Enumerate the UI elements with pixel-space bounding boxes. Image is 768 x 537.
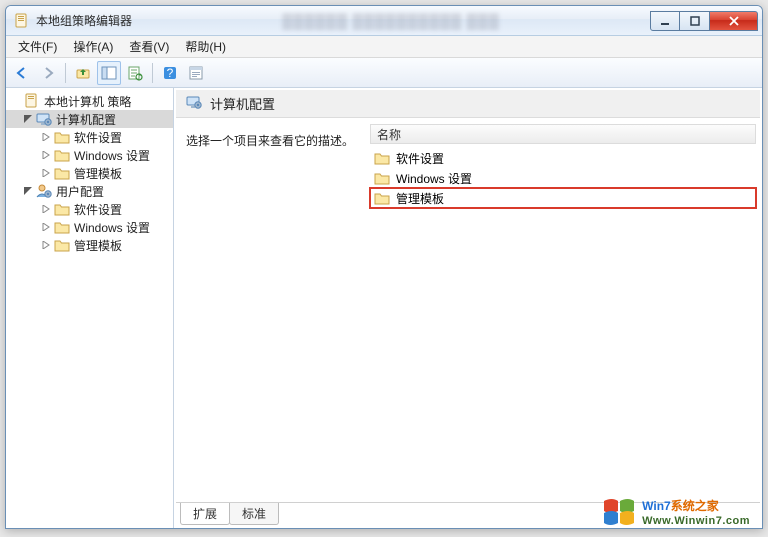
content-header: 计算机配置 — [176, 90, 760, 118]
tree-user-config[interactable]: 用户配置 — [6, 182, 173, 200]
tree-item-admin-templates[interactable]: 管理模板 — [6, 164, 173, 182]
folder-icon — [374, 171, 390, 185]
back-button[interactable] — [10, 61, 34, 85]
content-pane: 计算机配置 选择一个项目来查看它的描述。 名称 软件设置 — [174, 88, 762, 528]
inactive-title-blur: ██████ ██████████ ███ — [132, 13, 650, 29]
expander-expand-icon[interactable] — [40, 203, 52, 215]
menu-file[interactable]: 文件(F) — [10, 36, 65, 57]
menu-help[interactable]: 帮助(H) — [177, 36, 234, 57]
toolbar: ? — [6, 58, 762, 88]
tree-label: 管理模板 — [74, 237, 122, 254]
menu-action[interactable]: 操作(A) — [65, 36, 121, 57]
refresh-icon — [127, 65, 143, 81]
toolbar-separator — [65, 63, 66, 83]
tree-label: 软件设置 — [74, 129, 122, 146]
list-header-name[interactable]: 名称 — [370, 124, 756, 144]
expander-expand-icon[interactable] — [40, 149, 52, 161]
body: 本地计算机 策略 计算机配置 软件设置 Windows 设置 — [6, 88, 762, 528]
expander-expand-icon[interactable] — [40, 131, 52, 143]
content-header-icon — [186, 94, 202, 113]
list-item-label: 软件设置 — [396, 150, 444, 167]
help-button[interactable]: ? — [158, 61, 182, 85]
folder-icon — [54, 129, 70, 145]
folder-icon — [54, 147, 70, 163]
column-name: 名称 — [377, 126, 401, 143]
svg-text:?: ? — [167, 66, 174, 80]
menubar: 文件(F) 操作(A) 查看(V) 帮助(H) — [6, 36, 762, 58]
minimize-button[interactable] — [650, 11, 680, 31]
folder-icon — [54, 165, 70, 181]
list-column: 名称 软件设置 Windows 设置 管理模板 — [370, 124, 756, 496]
expander-collapse-icon[interactable] — [22, 185, 34, 197]
refresh-button[interactable] — [123, 61, 147, 85]
app-window: 本地组策略编辑器 ██████ ██████████ ███ 文件(F) 操作(… — [5, 5, 763, 529]
tab-extended[interactable]: 扩展 — [180, 503, 230, 525]
tree-label: 软件设置 — [74, 201, 122, 218]
back-icon — [14, 65, 30, 81]
help-icon: ? — [162, 65, 178, 81]
content-header-title: 计算机配置 — [210, 94, 275, 113]
description-prompt: 选择一个项目来查看它的描述。 — [186, 134, 354, 148]
policy-root-icon — [24, 93, 40, 109]
tree-label: 用户配置 — [56, 183, 104, 200]
forward-icon — [40, 65, 56, 81]
expander-collapse-icon[interactable] — [22, 113, 34, 125]
show-hide-tree-icon — [101, 65, 117, 81]
tab-standard[interactable]: 标准 — [229, 503, 279, 525]
tree-item-windows[interactable]: Windows 设置 — [6, 218, 173, 236]
tree-item-software[interactable]: 软件设置 — [6, 128, 173, 146]
tree-item-windows[interactable]: Windows 设置 — [6, 146, 173, 164]
folder-icon — [374, 151, 390, 165]
properties-icon — [188, 65, 204, 81]
tree-label: Windows 设置 — [74, 219, 150, 236]
tree-label: 管理模板 — [74, 165, 122, 182]
window-title: 本地组策略编辑器 — [36, 12, 132, 29]
user-config-icon — [36, 183, 52, 199]
up-folder-icon — [75, 65, 91, 81]
expander-expand-icon[interactable] — [40, 167, 52, 179]
titlebar: 本地组策略编辑器 ██████ ██████████ ███ — [6, 6, 762, 36]
bottom-tabs: 扩展 标准 — [176, 502, 760, 526]
description-column: 选择一个项目来查看它的描述。 — [180, 124, 370, 496]
list-item-admin-templates[interactable]: 管理模板 — [370, 188, 756, 208]
menu-view[interactable]: 查看(V) — [121, 36, 177, 57]
tree-label: Windows 设置 — [74, 147, 150, 164]
list-body: 软件设置 Windows 设置 管理模板 — [370, 144, 756, 496]
expander-expand-icon[interactable] — [40, 239, 52, 251]
expander-expand-icon[interactable] — [40, 221, 52, 233]
toolbar-separator — [152, 63, 153, 83]
folder-icon — [54, 237, 70, 253]
show-hide-tree-button[interactable] — [97, 61, 121, 85]
maximize-button[interactable] — [680, 11, 710, 31]
tree-item-software[interactable]: 软件设置 — [6, 200, 173, 218]
up-button[interactable] — [71, 61, 95, 85]
app-icon — [14, 13, 30, 29]
properties-button[interactable] — [184, 61, 208, 85]
computer-config-icon — [36, 111, 52, 127]
list-item-windows[interactable]: Windows 设置 — [370, 168, 756, 188]
forward-button[interactable] — [36, 61, 60, 85]
window-controls — [650, 11, 758, 31]
tree-label: 计算机配置 — [56, 111, 116, 128]
tree-item-admin-templates[interactable]: 管理模板 — [6, 236, 173, 254]
list-item-software[interactable]: 软件设置 — [370, 148, 756, 168]
tree-root[interactable]: 本地计算机 策略 — [6, 92, 173, 110]
folder-icon — [54, 219, 70, 235]
tree-computer-config[interactable]: 计算机配置 — [6, 110, 173, 128]
folder-icon — [54, 201, 70, 217]
tree-pane[interactable]: 本地计算机 策略 计算机配置 软件设置 Windows 设置 — [6, 88, 174, 528]
list-item-label: Windows 设置 — [396, 170, 472, 187]
content-body: 选择一个项目来查看它的描述。 名称 软件设置 Windows 设置 — [174, 118, 762, 502]
list-item-label: 管理模板 — [396, 190, 444, 207]
close-button[interactable] — [710, 11, 758, 31]
tree-label: 本地计算机 策略 — [44, 93, 131, 110]
folder-icon — [374, 191, 390, 205]
chevron-right-icon[interactable] — [10, 95, 22, 107]
